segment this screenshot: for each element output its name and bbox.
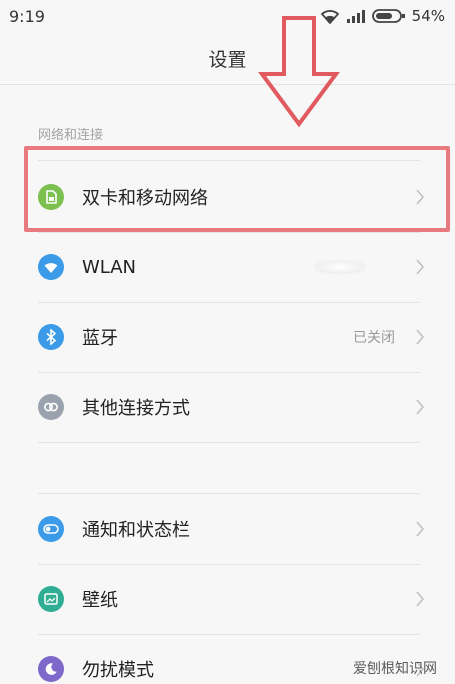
settings-row-wlan[interactable]: WLAN bbox=[0, 232, 455, 302]
section-header: 网络和连接 bbox=[38, 128, 104, 143]
moon-icon bbox=[38, 656, 64, 682]
chevron-right-icon bbox=[416, 521, 424, 537]
toggle-icon bbox=[38, 516, 64, 542]
page-title: 设置 bbox=[0, 32, 455, 84]
down-arrow-annotation-icon bbox=[258, 16, 340, 128]
page-title-text: 设置 bbox=[208, 48, 247, 71]
status-time: 9:19 bbox=[9, 6, 45, 26]
battery-percent: 54% bbox=[411, 7, 445, 25]
status-bar: 9:19 54% bbox=[0, 0, 455, 32]
settings-row-bluetooth[interactable]: 蓝牙 已关闭 bbox=[0, 302, 455, 372]
settings-row-label: 通知和状态栏 bbox=[82, 520, 190, 541]
settings-row-label: WLAN bbox=[82, 256, 137, 278]
settings-row-notifications[interactable]: 通知和状态栏 bbox=[0, 494, 455, 564]
chevron-right-icon bbox=[416, 591, 424, 607]
cell-signal-icon bbox=[346, 10, 365, 23]
battery-icon bbox=[371, 9, 405, 23]
highlight-box bbox=[24, 146, 450, 232]
watermark: 爱刨根知识网 bbox=[353, 661, 437, 677]
wallpaper-icon bbox=[38, 586, 64, 612]
wifi-icon bbox=[38, 254, 64, 280]
settings-row-other-connections[interactable]: 其他连接方式 bbox=[0, 372, 455, 442]
chevron-right-icon bbox=[416, 259, 424, 275]
blurred-network-name bbox=[314, 260, 366, 274]
chevron-right-icon bbox=[416, 329, 424, 345]
settings-row-label: 其他连接方式 bbox=[82, 398, 190, 419]
row-divider bbox=[38, 442, 420, 443]
bluetooth-status: 已关闭 bbox=[353, 330, 395, 346]
link-icon bbox=[38, 394, 64, 420]
bluetooth-icon bbox=[38, 324, 64, 350]
settings-row-label: 蓝牙 bbox=[82, 328, 118, 349]
settings-row-wallpaper[interactable]: 壁纸 bbox=[0, 564, 455, 634]
chevron-right-icon bbox=[416, 399, 424, 415]
title-divider bbox=[0, 84, 455, 85]
settings-row-label: 勿扰模式 bbox=[82, 660, 154, 681]
settings-row-label: 壁纸 bbox=[82, 590, 118, 611]
